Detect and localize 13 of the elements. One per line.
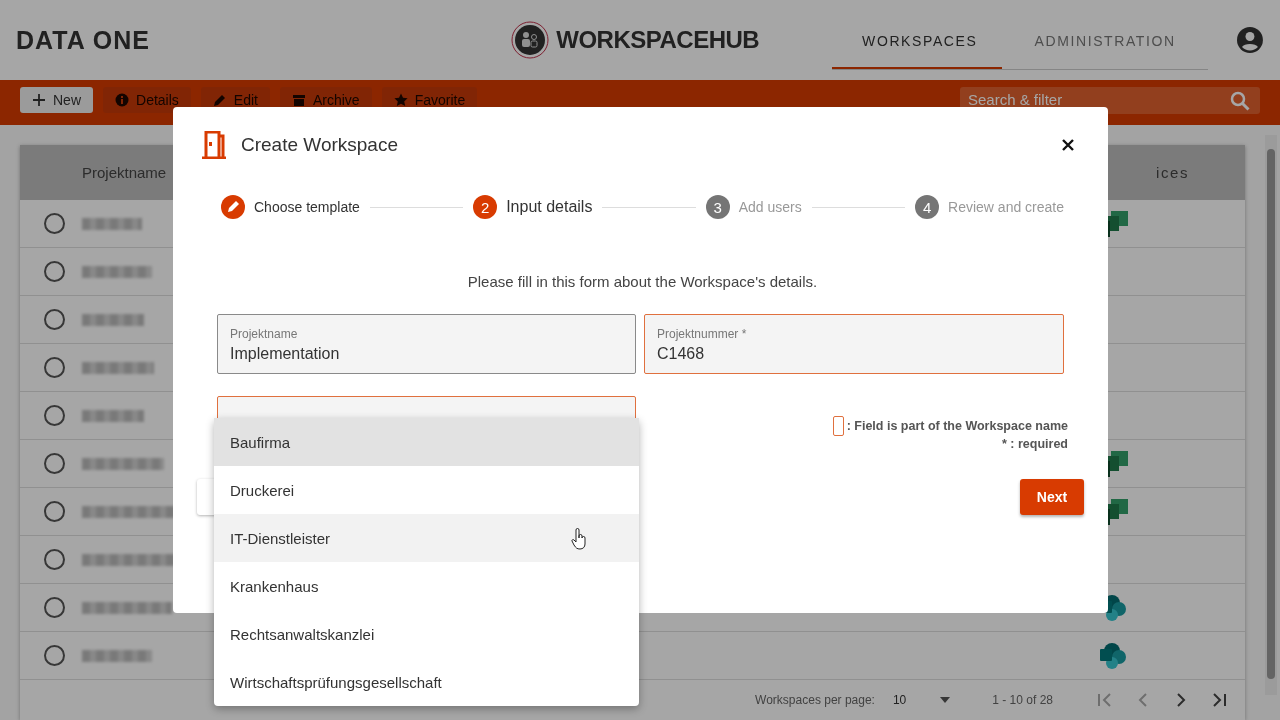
column-header: ices (1155, 164, 1190, 181)
instruction-text: Please fill in this form about the Workspace's details. (466, 273, 819, 290)
page-range: 1 - 10 of 28 (992, 693, 1053, 707)
step-number: 2 (473, 195, 498, 219)
legend-text: * : required (1002, 437, 1068, 451)
step-number: 4 (915, 195, 940, 219)
dialog-title: Create Workspace (241, 134, 398, 156)
legend-text: : Field is part of the Workspace name (846, 419, 1068, 433)
app-logo: WORKSPACEHUB (556, 26, 760, 54)
column-header: Projektname (81, 164, 168, 181)
brand-logo: DATA ONE (16, 25, 151, 55)
per-page-label: Workspaces per page: (755, 693, 875, 707)
step-number: 3 (705, 195, 730, 219)
